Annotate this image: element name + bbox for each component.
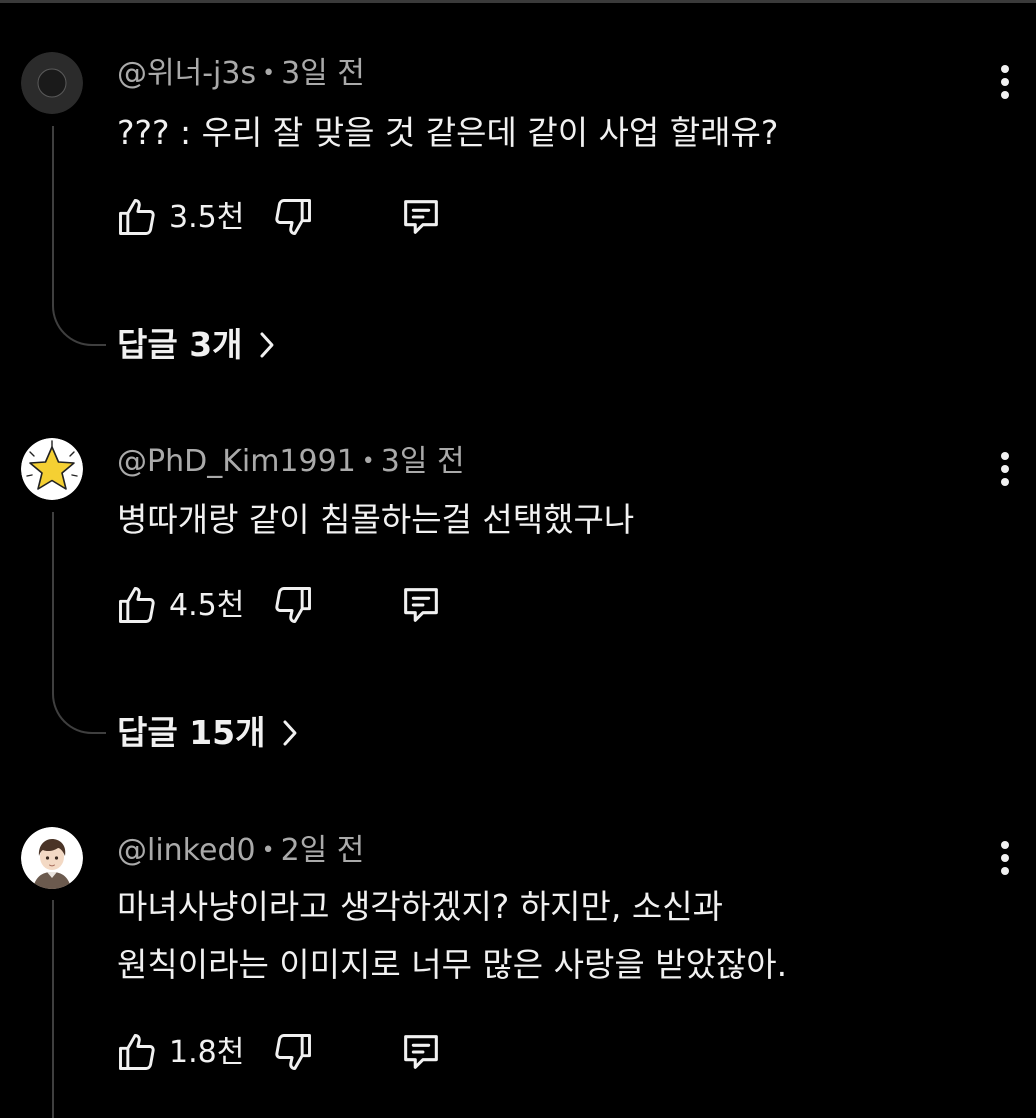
thread-connector bbox=[52, 512, 106, 734]
more-vertical-icon bbox=[1001, 65, 1009, 99]
comment-text: 병따개랑 같이 침몰하는걸 선택했구나 bbox=[117, 491, 947, 549]
thread-connector bbox=[52, 900, 106, 1118]
more-vertical-icon bbox=[1001, 452, 1009, 486]
meta-separator: • bbox=[262, 61, 276, 86]
comment-text-line: 병따개랑 같이 침몰하는걸 선택했구나 bbox=[117, 500, 635, 539]
comment-meta: @위너-j3s • 3일 전 bbox=[117, 56, 365, 92]
dislike-button[interactable] bbox=[269, 581, 317, 629]
chevron-right-icon bbox=[283, 720, 296, 746]
comment-item: @위너-j3s • 3일 전 ??? : 우리 잘 맞을 것 같은데 같이 사업 할… bbox=[0, 0, 1036, 400]
thumbs-down-icon bbox=[275, 1034, 311, 1070]
view-replies-button[interactable]: 답글 15개 bbox=[117, 713, 300, 753]
yellow-star-avatar[interactable] bbox=[21, 438, 83, 500]
chevron-right-icon bbox=[260, 332, 274, 358]
comment-time: 3일 전 bbox=[380, 444, 465, 479]
like-button[interactable] bbox=[113, 581, 161, 629]
like-count: 4.5천 bbox=[169, 588, 245, 623]
cartoon-man-avatar[interactable] bbox=[21, 827, 83, 889]
like-button[interactable] bbox=[113, 1028, 161, 1076]
thumbs-up-icon bbox=[119, 199, 155, 235]
thumbs-down-icon bbox=[275, 199, 311, 235]
comment-text: ??? : 우리 잘 맞을 것 같은데 같이 사업 할래유? bbox=[117, 104, 947, 162]
comment-menu-button[interactable] bbox=[990, 836, 1020, 880]
comment-icon bbox=[404, 200, 438, 234]
comment-text-line: ??? : 우리 잘 맞을 것 같은데 같이 사업 할래유? bbox=[117, 113, 779, 152]
comment-menu-button[interactable] bbox=[990, 60, 1020, 104]
author-handle[interactable]: @위너-j3s bbox=[117, 56, 256, 91]
comment-text-line: 원칙이라는 이미지로 너무 많은 사랑을 받았잖아. bbox=[117, 945, 788, 984]
more-vertical-icon bbox=[1001, 841, 1009, 875]
comment-item: @PhD_Kim1991 • 3일 전 병따개랑 같이 침몰하는걸 선택했구나 4.… bbox=[0, 400, 1036, 800]
comment-meta: @PhD_Kim1991 • 3일 전 bbox=[117, 444, 465, 480]
comment-icon bbox=[404, 1035, 438, 1069]
like-count: 3.5천 bbox=[169, 200, 245, 235]
thread-connector bbox=[52, 126, 106, 346]
comment-text-line: 마녀사냥이라고 생각하겠지? 하지만, 소신과 bbox=[117, 887, 723, 926]
comment-time: 3일 전 bbox=[281, 56, 365, 91]
thumbs-up-icon bbox=[119, 587, 155, 623]
comment-time: 2일 전 bbox=[280, 833, 365, 868]
reply-button[interactable] bbox=[397, 193, 445, 241]
like-count: 1.8천 bbox=[169, 1035, 245, 1070]
reply-button[interactable] bbox=[397, 1028, 445, 1076]
dislike-button[interactable] bbox=[269, 1028, 317, 1076]
like-button[interactable] bbox=[113, 193, 161, 241]
comment-icon bbox=[404, 588, 438, 622]
comment-menu-button[interactable] bbox=[990, 447, 1020, 491]
thumbs-down-icon bbox=[275, 587, 311, 623]
meta-separator: • bbox=[261, 838, 275, 863]
dark-circle-avatar[interactable] bbox=[21, 52, 83, 114]
comment-meta: @linked0 • 2일 전 bbox=[117, 833, 364, 869]
replies-label: 답글 3개 bbox=[117, 325, 243, 364]
replies-label: 답글 15개 bbox=[117, 713, 266, 752]
author-handle[interactable]: @linked0 bbox=[117, 833, 256, 868]
thumbs-up-icon bbox=[119, 1034, 155, 1070]
reply-button[interactable] bbox=[397, 581, 445, 629]
comment-item: @linked0 • 2일 전 마녀사냥이라고 생각하겠지? 하지만, 소신과 원칙… bbox=[0, 800, 1036, 1118]
author-handle[interactable]: @PhD_Kim1991 bbox=[117, 444, 356, 479]
comment-text: 마녀사냥이라고 생각하겠지? 하지만, 소신과 원칙이라는 이미지로 너무 많은… bbox=[117, 878, 947, 994]
view-replies-button[interactable]: 답글 3개 bbox=[117, 325, 277, 365]
dislike-button[interactable] bbox=[269, 193, 317, 241]
meta-separator: • bbox=[361, 449, 375, 474]
